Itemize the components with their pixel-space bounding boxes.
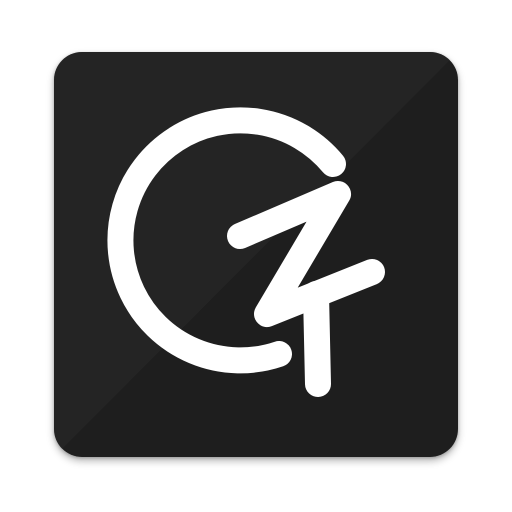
gz-logo-icon [54, 52, 458, 457]
app-icon-stage [0, 0, 512, 512]
letter-t-stem [303, 281, 331, 397]
app-icon[interactable] [54, 52, 458, 457]
